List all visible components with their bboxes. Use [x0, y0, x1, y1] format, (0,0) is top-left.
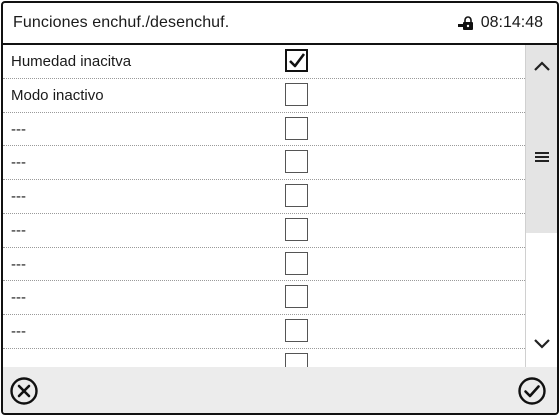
list-item: ---: [3, 113, 525, 147]
list-item-partial: [3, 349, 525, 367]
checkbox-empty[interactable]: [285, 150, 308, 174]
list-item: ---: [3, 315, 525, 349]
row-label: ---: [11, 221, 26, 239]
title-bar: Funciones enchuf./desenchuf. 08:14:48: [3, 3, 557, 45]
cancel-circle-icon[interactable]: [9, 376, 41, 408]
list-item: ---: [3, 281, 525, 315]
checkbox-empty[interactable]: [285, 285, 308, 309]
checkbox-empty[interactable]: [285, 184, 308, 207]
page-title: Funciones enchuf./desenchuf.: [13, 14, 230, 31]
row-label: ---: [11, 154, 26, 172]
checkbox-empty[interactable]: [285, 217, 308, 241]
list-item: Modo inactivo: [3, 79, 525, 113]
row-label: ---: [11, 255, 26, 273]
list-item: ---: [3, 180, 525, 214]
checkbox-empty[interactable]: [285, 319, 308, 342]
confirm-circle-icon[interactable]: [517, 376, 549, 408]
row-label: ---: [11, 323, 26, 340]
grip-lines-icon[interactable]: [526, 149, 557, 167]
checkbox-humedad-inactiva[interactable]: [285, 49, 308, 72]
list-item: ---: [3, 214, 525, 248]
list-item: ---: [3, 248, 525, 282]
row-label: ---: [11, 188, 26, 205]
function-list: Humedad inacitva Modo inactivo --- --- -…: [3, 45, 525, 367]
clock-time: 08:14:48: [480, 14, 543, 31]
window-frame: Funciones enchuf./desenchuf. 08:14:48 Hu…: [1, 1, 559, 415]
scrollbar[interactable]: [525, 45, 557, 367]
row-label: Modo inactivo: [11, 86, 104, 104]
checkbox-empty[interactable]: [285, 116, 308, 140]
checkbox-empty[interactable]: [285, 251, 308, 275]
chevron-up-icon[interactable]: [526, 59, 557, 77]
chevron-down-icon[interactable]: [526, 337, 557, 355]
list-item: Humedad inacitva: [3, 45, 525, 79]
lock-icon: [457, 16, 476, 30]
row-label: ---: [11, 120, 26, 138]
footer-bar: [3, 367, 557, 413]
row-label: ---: [11, 289, 26, 307]
checkmark-icon: [289, 53, 306, 68]
status-area: 08:14:48: [457, 14, 543, 32]
checkbox-empty[interactable]: [285, 352, 308, 367]
checkbox-modo-inactivo[interactable]: [285, 82, 308, 106]
list-item: ---: [3, 146, 525, 180]
row-label: Humedad inacitva: [11, 53, 132, 70]
